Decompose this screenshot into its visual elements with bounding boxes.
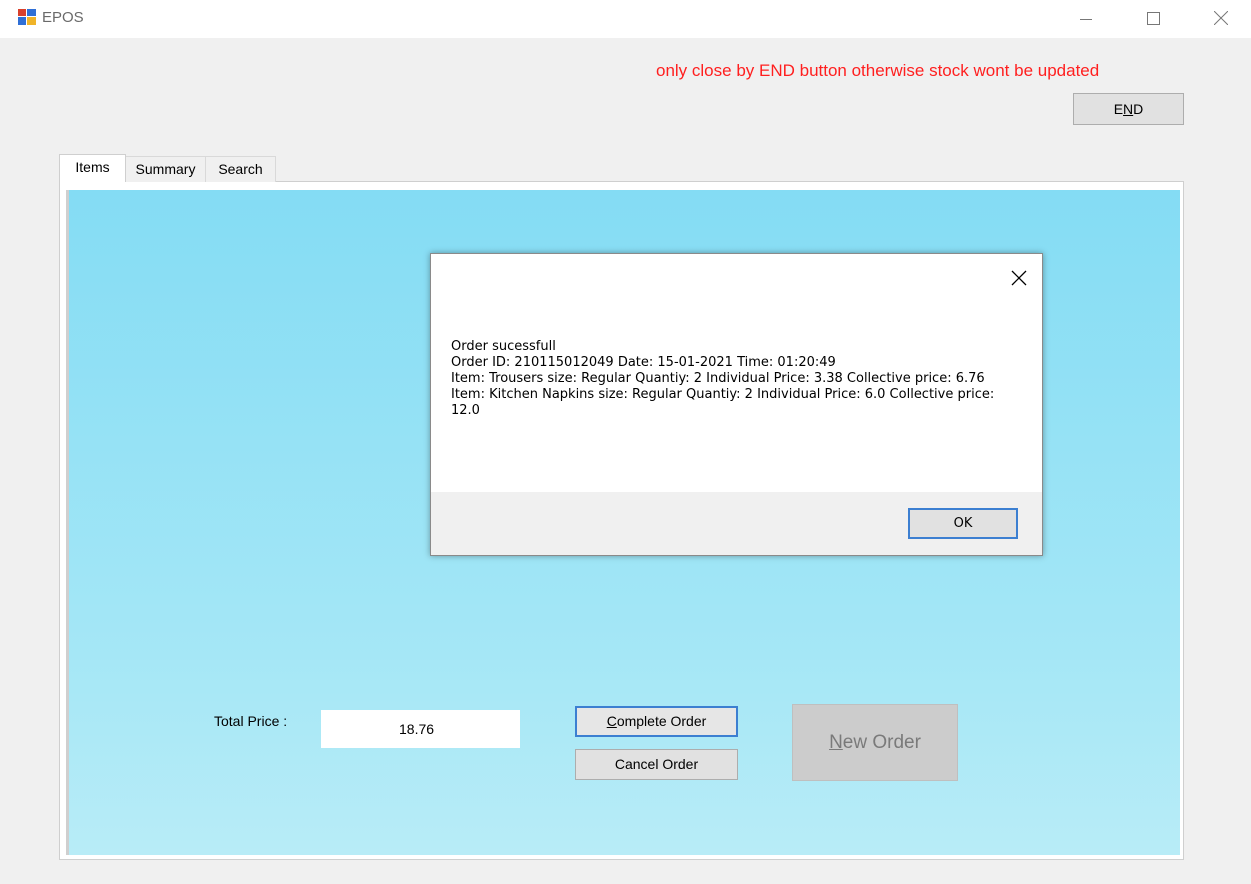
new-order-label: ew Order: [842, 732, 921, 753]
maximize-icon: [1147, 12, 1160, 25]
tab-search[interactable]: Search: [205, 156, 276, 182]
dialog-footer: OK: [431, 492, 1042, 555]
complete-order-label: omplete Order: [616, 713, 707, 729]
end-button-label-start: E: [1113, 101, 1124, 117]
new-order-accel-key: N: [829, 732, 843, 753]
dialog-close-button[interactable]: [1009, 268, 1029, 288]
new-order-button[interactable]: New Order: [792, 704, 958, 781]
dialog-message: Order sucessfull Order ID: 210115012049 …: [451, 339, 1023, 419]
window-close-button[interactable]: [1198, 0, 1244, 38]
end-button-accel-key: N: [1123, 101, 1134, 117]
complete-order-button[interactable]: Complete Order: [575, 706, 738, 737]
cancel-order-button[interactable]: Cancel Order: [575, 749, 738, 780]
maximize-button[interactable]: [1131, 0, 1177, 38]
total-price-label: Total Price :: [214, 713, 288, 729]
ok-button[interactable]: OK: [908, 508, 1018, 539]
close-icon: [1011, 270, 1027, 286]
minimize-icon: [1080, 19, 1092, 20]
tab-summary[interactable]: Summary: [125, 156, 206, 182]
dialog-line-item-1: Item: Trousers size: Regular Quantiy: 2 …: [451, 371, 985, 386]
total-price-field[interactable]: 18.76: [321, 710, 520, 748]
end-button[interactable]: END: [1073, 93, 1184, 125]
order-success-dialog: Order sucessfull Order ID: 210115012049 …: [430, 253, 1043, 556]
complete-order-accel-key: C: [606, 713, 617, 729]
tab-items[interactable]: Items: [59, 154, 126, 182]
minimize-button[interactable]: [1064, 0, 1110, 38]
window-title: EPOS: [42, 9, 84, 26]
close-warning-label: only close by END button otherwise stock…: [656, 61, 1100, 80]
title-bar: EPOS: [0, 0, 1251, 38]
dialog-line-status: Order sucessfull: [451, 339, 556, 354]
dialog-line-order-id: Order ID: 210115012049 Date: 15-01-2021 …: [451, 355, 836, 370]
close-icon: [1214, 11, 1228, 25]
dialog-line-item-2: Item: Kitchen Napkins size: Regular Quan…: [451, 387, 995, 418]
end-button-label-end: D: [1133, 101, 1144, 117]
app-icon: [18, 9, 36, 25]
